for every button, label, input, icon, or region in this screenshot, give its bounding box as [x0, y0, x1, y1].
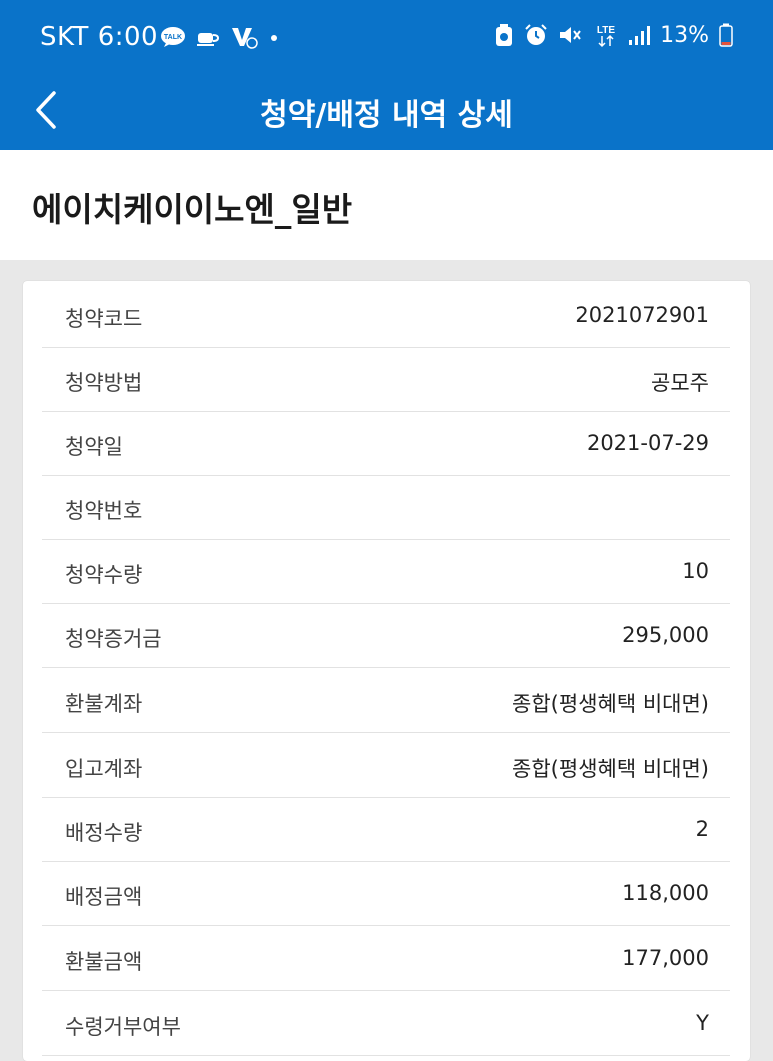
battery-saver-icon [494, 23, 514, 47]
detail-row-allocated-quantity: 배정수량 2 [42, 797, 730, 862]
detail-label: 청약일 [65, 435, 123, 459]
detail-label: 수령거부여부 [65, 1015, 181, 1039]
carrier-label: SKT [40, 22, 89, 52]
detail-label: 청약방법 [65, 371, 143, 395]
detail-value: 2 [695, 817, 709, 841]
detail-value: 2021-07-29 [586, 431, 709, 455]
detail-label: 청약코드 [65, 307, 143, 331]
detail-value: 공모주 [651, 371, 709, 395]
detail-row-subscription-quantity: 청약수량 10 [42, 539, 730, 604]
app-header: SKT 6:00 TALK LTE 13% 청약/배정 내역 상세 [0, 0, 773, 150]
detail-value: 종합(평생혜택 비대면) [512, 692, 709, 716]
detail-row-deposit: 청약증거금 295,000 [42, 603, 730, 668]
detail-value: 2021072901 [575, 303, 709, 327]
detail-row-subscription-code: 청약코드 2021072901 [42, 283, 730, 348]
svg-text:TALK: TALK [164, 34, 182, 41]
page-title: 청약/배정 내역 상세 [260, 98, 513, 133]
detail-value: Y [696, 1011, 709, 1035]
battery-icon [719, 23, 733, 47]
detail-label: 환불계좌 [65, 692, 143, 716]
system-icons: LTE 13% [494, 22, 733, 48]
carrier-time: SKT 6:00 [40, 22, 158, 52]
detail-label: 입고계좌 [65, 757, 143, 781]
detail-row-allocated-amount: 배정금액 118,000 [42, 861, 730, 926]
detail-row-deposit-account: 입고계좌 종합(평생혜택 비대면) [42, 733, 730, 798]
coffee-icon [196, 26, 220, 48]
detail-value: 295,000 [622, 623, 709, 647]
detail-row-refund-account: 환불계좌 종합(평생혜택 비대면) [42, 668, 730, 733]
mute-icon [558, 23, 584, 47]
detail-row-subscription-date: 청약일 2021-07-29 [42, 411, 730, 476]
detail-value: 177,000 [622, 946, 709, 970]
signal-icon [628, 24, 651, 46]
detail-row-subscription-method: 청약방법 공모주 [42, 347, 730, 412]
detail-value: 118,000 [622, 881, 709, 905]
detail-value: 10 [682, 559, 709, 583]
detail-row-subscription-number: 청약번호 [42, 475, 730, 540]
detail-label: 청약수량 [65, 563, 143, 587]
svg-text:LTE: LTE [597, 25, 615, 36]
lte-icon: LTE [594, 22, 618, 48]
battery-percent: 13% [660, 22, 709, 48]
detail-row-receipt-refusal: 수령거부여부 Y [42, 991, 730, 1056]
dot-icon [268, 26, 280, 48]
detail-label: 배정금액 [65, 885, 143, 909]
detail-card: 청약코드 2021072901 청약방법 공모주 청약일 2021-07-29 … [23, 281, 750, 1061]
time-label: 6:00 [97, 22, 159, 52]
detail-label: 환불금액 [65, 950, 143, 974]
nav-bar: 청약/배정 내역 상세 [0, 76, 773, 150]
detail-label: 청약번호 [65, 499, 143, 523]
detail-value: 종합(평생혜택 비대면) [512, 757, 709, 781]
v-icon [230, 25, 258, 49]
item-header: 에이치케이이노엔_일반 [0, 150, 773, 260]
notification-icons: TALK [160, 25, 280, 49]
talk-icon: TALK [160, 26, 186, 48]
detail-row-refund-amount: 환불금액 177,000 [42, 926, 730, 991]
alarm-icon [524, 23, 548, 47]
item-title: 에이치케이이노엔_일반 [32, 190, 353, 229]
detail-label: 청약증거금 [65, 627, 162, 651]
detail-label: 배정수량 [65, 821, 143, 845]
status-bar: SKT 6:00 TALK LTE 13% [0, 0, 773, 76]
